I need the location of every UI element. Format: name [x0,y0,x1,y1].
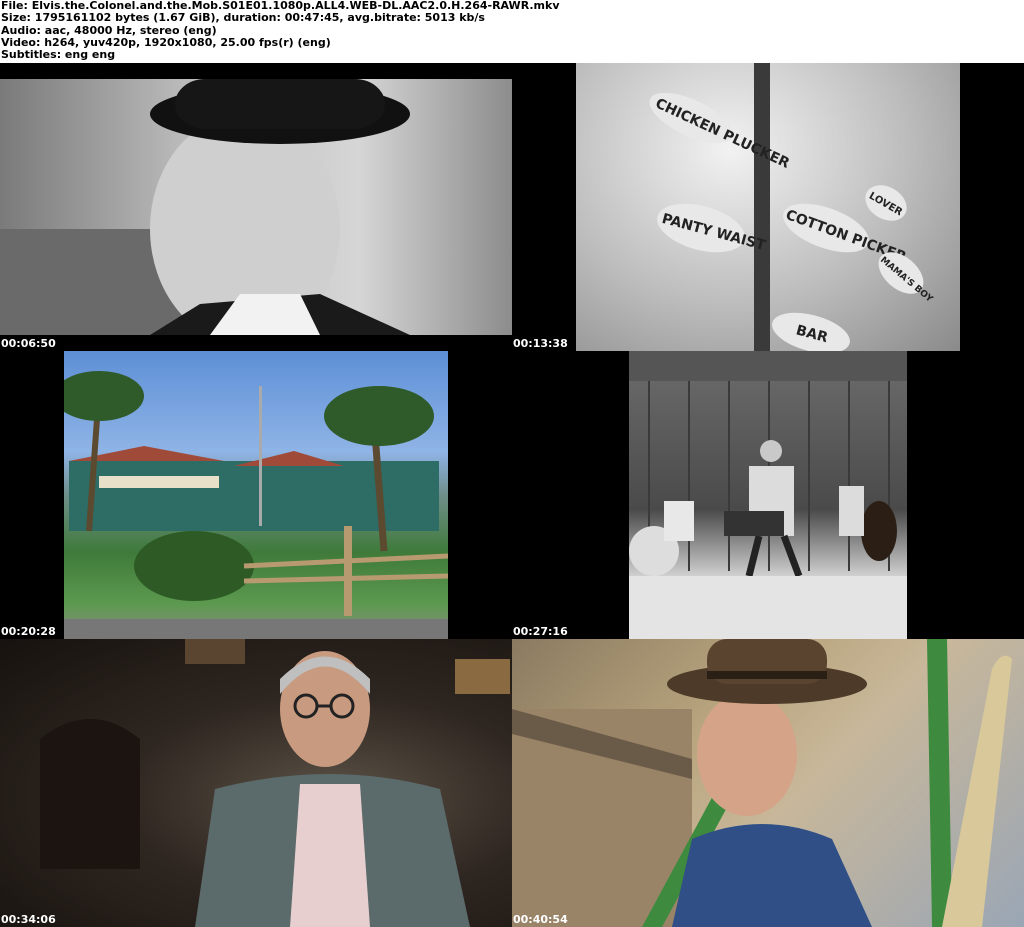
cowboy-image [512,639,1012,927]
subtitles-info: Subtitles: eng eng [1,48,116,62]
frame-image: CHICKEN PLUCKER PANTY WAIST COTTON PICKE… [576,63,960,351]
timestamp: 00:34:06 [1,913,56,926]
thumbnail-2: CHICKEN PLUCKER PANTY WAIST COTTON PICKE… [512,63,1024,351]
frame-image [512,639,1024,927]
thumbnail-3: 00:20:28 [0,351,512,639]
signpost-image: CHICKEN PLUCKER PANTY WAIST COTTON PICKE… [649,63,935,351]
timestamp: 00:13:38 [513,337,568,350]
interview-image [40,639,510,927]
video-info: Video: h264, yuv420p, 1920x1080, 25.00 f… [1,35,331,49]
thumbnail-1: 00:06:50 [0,63,512,351]
timestamp: 00:06:50 [1,337,56,350]
frame-image [0,639,512,927]
thumbnail-4: 00:27:16 [512,351,1024,639]
thumbnail-grid: 00:06:50 CHICKEN PLUCKER PANTY WAIST COT… [0,63,1024,927]
frame-image [0,79,512,335]
timestamp: 00:20:28 [1,625,56,638]
file-info-header: File: Elvis.the.Colonel.and.the.Mob.S01E… [0,0,1024,63]
thumbnail-5: 00:34:06 [0,639,512,927]
thumbnail-6: 00:40:54 [512,639,1024,927]
portrait-image [0,79,410,335]
motel-image [64,371,448,639]
file-size: Size: 1795161102 bytes (1.67 GiB), durat… [1,11,485,25]
stage-image [629,351,907,639]
timestamp: 00:40:54 [513,913,568,926]
timestamp: 00:27:16 [513,625,568,638]
sign-text: CHICKEN PLUCKER [653,96,792,172]
frame-image [629,351,907,639]
frame-image [64,351,448,639]
